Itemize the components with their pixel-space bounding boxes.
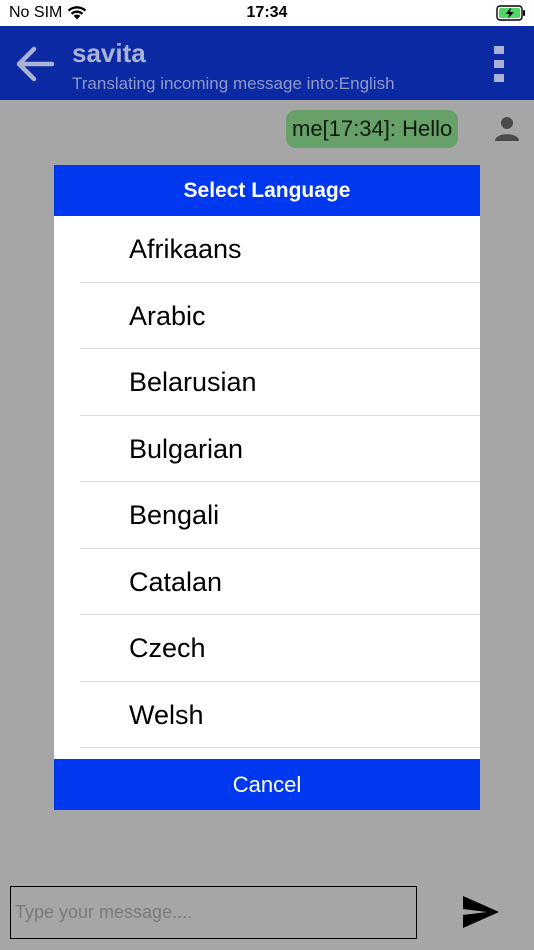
language-label: Catalan	[129, 566, 223, 597]
language-label: Czech	[129, 633, 206, 663]
language-option-belarusian[interactable]: Belarusian	[54, 349, 480, 416]
battery-charging-icon	[496, 5, 525, 21]
translation-subtitle: Translating incoming message into:Englis…	[72, 74, 395, 93]
language-label: Welsh	[129, 699, 204, 730]
select-language-dialog: Select Language Afrikaans Arabic Belarus…	[54, 165, 480, 810]
more-vertical-icon[interactable]	[490, 46, 508, 82]
language-option-bengali[interactable]: Bengali	[54, 482, 480, 549]
language-option-welsh[interactable]: Welsh	[54, 682, 480, 749]
chat-message-bubble: me[17:34]: Hello	[286, 110, 459, 148]
language-label: Arabic	[129, 300, 206, 331]
status-bar: No SIM 17:34	[0, 0, 534, 26]
language-option-arabic[interactable]: Arabic	[54, 283, 480, 350]
cancel-button[interactable]: Cancel	[54, 759, 480, 810]
language-option-afrikaans[interactable]: Afrikaans	[54, 216, 480, 283]
message-input[interactable]	[10, 886, 417, 939]
app-bar: savita Translating incoming message into…	[0, 26, 534, 100]
dialog-title: Select Language	[54, 165, 480, 216]
language-option-catalan[interactable]: Catalan	[54, 549, 480, 616]
language-label: Bulgarian	[129, 433, 244, 464]
status-time: 17:34	[246, 4, 288, 21]
language-label: Afrikaans	[129, 234, 242, 264]
send-icon[interactable]	[461, 894, 501, 930]
language-label: Belarusian	[129, 367, 257, 397]
person-icon	[495, 117, 519, 141]
language-option-bulgarian[interactable]: Bulgarian	[54, 416, 480, 483]
language-option-czech[interactable]: Czech	[54, 615, 480, 682]
arrow-left-icon[interactable]	[14, 44, 56, 84]
contact-name: savita	[72, 38, 146, 68]
language-list[interactable]: Afrikaans Arabic Belarusian Bulgarian Be…	[54, 216, 480, 759]
language-label: Bengali	[129, 500, 220, 530]
